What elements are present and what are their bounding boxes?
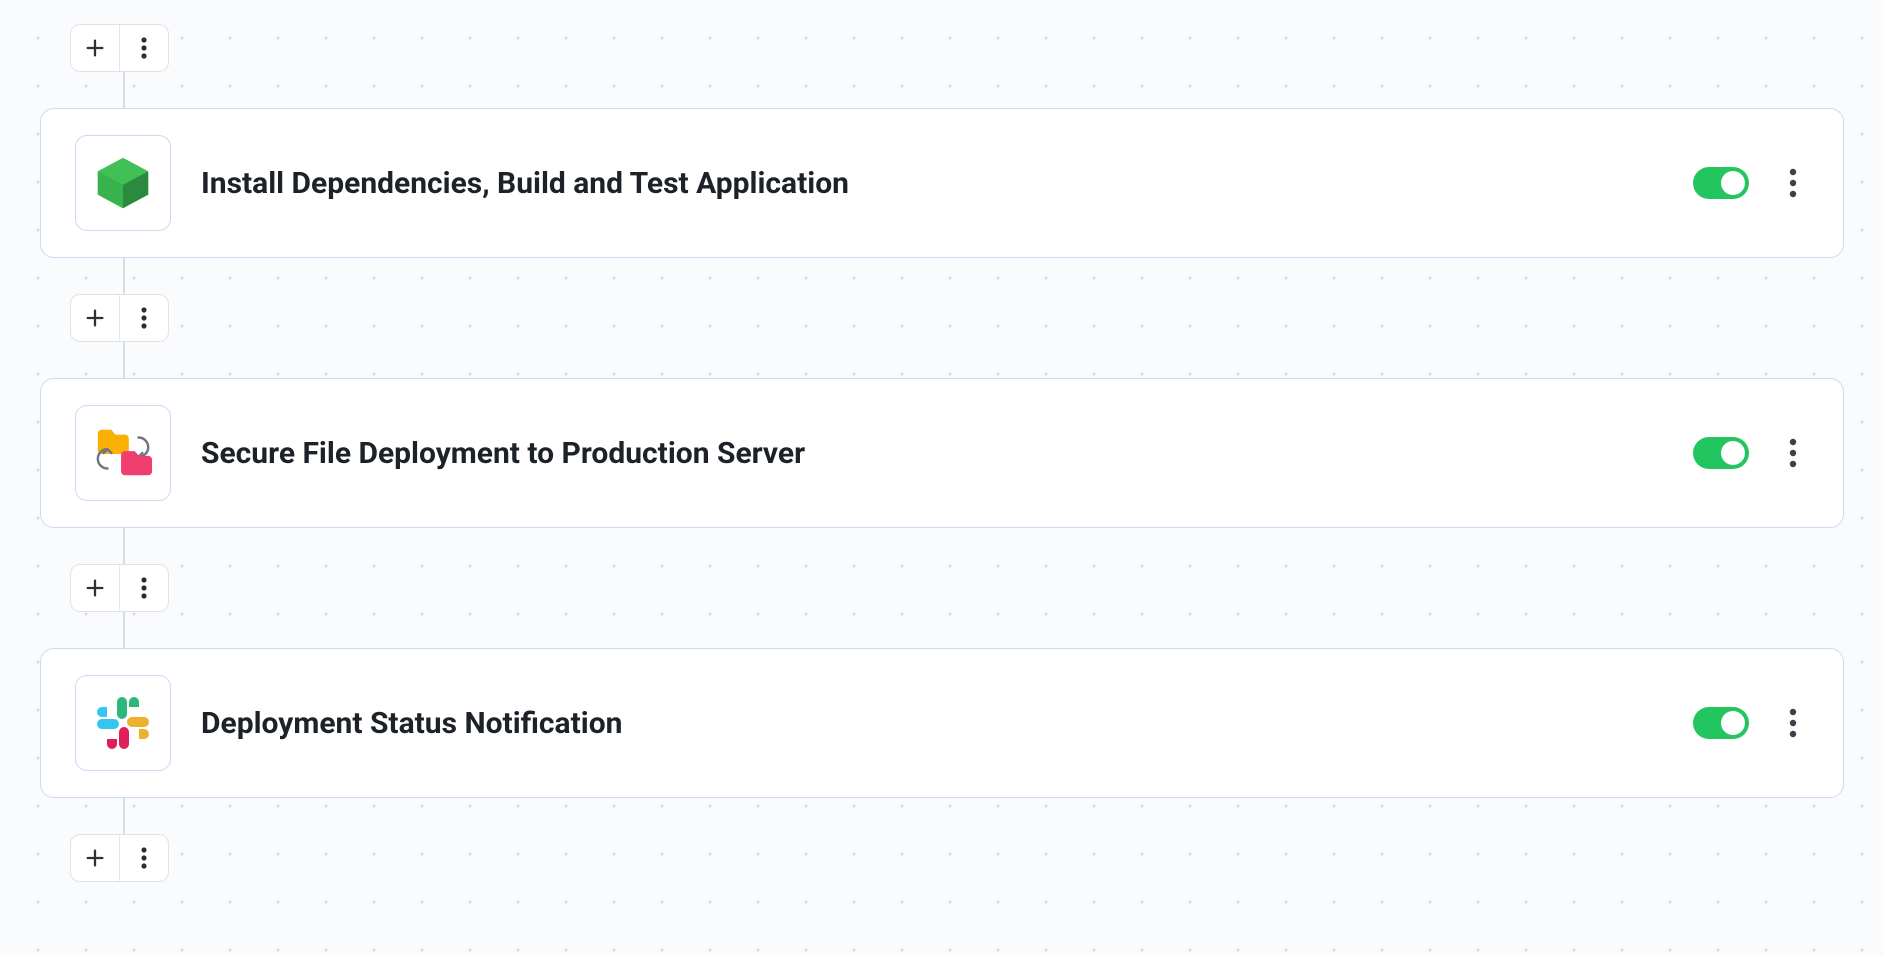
pipeline-step-card[interactable]: Secure File Deployment to Production Ser… bbox=[40, 378, 1844, 528]
step-enabled-toggle[interactable] bbox=[1693, 167, 1749, 199]
plus-icon bbox=[84, 37, 106, 59]
add-step-button[interactable] bbox=[71, 25, 119, 71]
slack-icon bbox=[91, 691, 155, 755]
add-step-chip bbox=[70, 834, 169, 882]
step-chip-menu-button[interactable] bbox=[120, 835, 168, 881]
step-enabled-toggle[interactable] bbox=[1693, 707, 1749, 739]
add-step-chip bbox=[70, 24, 169, 72]
kebab-icon bbox=[1789, 708, 1797, 738]
pipeline-step-card[interactable]: Deployment Status Notification bbox=[40, 648, 1844, 798]
plus-icon bbox=[84, 847, 106, 869]
kebab-icon bbox=[141, 847, 147, 869]
kebab-icon bbox=[141, 307, 147, 329]
step-icon-container bbox=[75, 675, 171, 771]
step-chip-menu-button[interactable] bbox=[120, 25, 168, 71]
kebab-icon bbox=[1789, 438, 1797, 468]
kebab-icon bbox=[1789, 168, 1797, 198]
plus-icon bbox=[84, 577, 106, 599]
nodejs-cube-icon bbox=[92, 152, 154, 214]
add-step-chip bbox=[70, 564, 169, 612]
step-icon-container bbox=[75, 405, 171, 501]
step-actions bbox=[1693, 703, 1809, 743]
step-title: Deployment Status Notification bbox=[201, 706, 1663, 741]
add-step-button[interactable] bbox=[71, 565, 119, 611]
step-menu-button[interactable] bbox=[1777, 703, 1809, 743]
step-menu-button[interactable] bbox=[1777, 433, 1809, 473]
add-step-chip bbox=[70, 294, 169, 342]
kebab-icon bbox=[141, 577, 147, 599]
step-title: Secure File Deployment to Production Ser… bbox=[201, 436, 1663, 471]
kebab-icon bbox=[141, 37, 147, 59]
step-enabled-toggle[interactable] bbox=[1693, 437, 1749, 469]
plus-icon bbox=[84, 307, 106, 329]
step-menu-button[interactable] bbox=[1777, 163, 1809, 203]
add-step-button[interactable] bbox=[71, 835, 119, 881]
step-actions bbox=[1693, 163, 1809, 203]
step-title: Install Dependencies, Build and Test App… bbox=[201, 166, 1663, 201]
step-actions bbox=[1693, 433, 1809, 473]
step-chip-menu-button[interactable] bbox=[120, 565, 168, 611]
pipeline-step-card[interactable]: Install Dependencies, Build and Test App… bbox=[40, 108, 1844, 258]
file-transfer-icon bbox=[92, 425, 154, 481]
step-icon-container bbox=[75, 135, 171, 231]
add-step-button[interactable] bbox=[71, 295, 119, 341]
step-chip-menu-button[interactable] bbox=[120, 295, 168, 341]
